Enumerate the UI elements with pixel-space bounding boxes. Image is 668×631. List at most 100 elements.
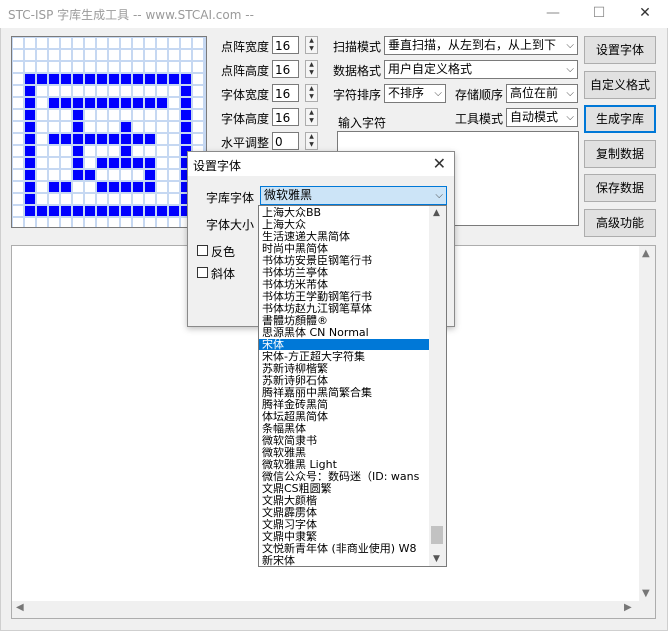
glyph-pixel[interactable] — [193, 74, 203, 84]
glyph-pixel[interactable] — [157, 206, 167, 216]
glyph-pixel[interactable] — [85, 74, 95, 84]
glyph-pixel[interactable] — [157, 158, 167, 168]
glyph-pixel[interactable] — [37, 194, 47, 204]
glyph-pixel[interactable] — [181, 38, 191, 48]
glyph-pixel[interactable] — [49, 122, 59, 132]
glyph-pixel[interactable] — [13, 110, 23, 120]
scan-mode-select[interactable]: 垂直扫描，从左到右，从上到下 ⌵ — [384, 36, 578, 55]
glyph-pixel[interactable] — [37, 182, 47, 192]
glyph-pixel[interactable] — [145, 134, 155, 144]
glyph-pixel[interactable] — [37, 170, 47, 180]
glyph-pixel[interactable] — [109, 218, 119, 227]
glyph-pixel[interactable] — [37, 122, 47, 132]
glyph-pixel[interactable] — [13, 98, 23, 108]
glyph-pixel[interactable] — [133, 170, 143, 180]
glyph-pixel[interactable] — [157, 218, 167, 227]
glyph-pixel[interactable] — [121, 122, 131, 132]
data-format-select[interactable]: 用户自定义格式 ⌵ — [384, 60, 578, 79]
glyph-pixel[interactable] — [109, 170, 119, 180]
glyph-pixel[interactable] — [73, 158, 83, 168]
glyph-pixel[interactable] — [85, 110, 95, 120]
dot-width-spinner[interactable]: ▲ ▼ — [305, 36, 318, 54]
glyph-pixel[interactable] — [13, 62, 23, 72]
glyph-pixel[interactable] — [133, 206, 143, 216]
glyph-pixel[interactable] — [121, 74, 131, 84]
char-width-spinner[interactable]: ▲ ▼ — [305, 84, 318, 102]
font-list-item[interactable]: 文鼎大颜楷 — [259, 495, 429, 506]
glyph-pixel[interactable] — [13, 74, 23, 84]
glyph-pixel[interactable] — [97, 134, 107, 144]
glyph-pixel[interactable] — [13, 122, 23, 132]
glyph-pixel[interactable] — [121, 38, 131, 48]
glyph-pixel[interactable] — [13, 194, 23, 204]
font-list-item[interactable]: 书体坊兰亭体 — [259, 267, 429, 278]
glyph-pixel[interactable] — [97, 74, 107, 84]
glyph-pixel[interactable] — [145, 74, 155, 84]
font-list-item[interactable]: 体坛超黑简体 — [259, 411, 429, 422]
glyph-pixel[interactable] — [121, 194, 131, 204]
dialog-close-button[interactable]: ✕ — [433, 154, 446, 173]
glyph-pixel[interactable] — [145, 50, 155, 60]
glyph-pixel[interactable] — [49, 86, 59, 96]
glyph-pixel[interactable] — [13, 182, 23, 192]
glyph-pixel[interactable] — [145, 86, 155, 96]
glyph-pixel[interactable] — [49, 206, 59, 216]
glyph-pixel[interactable] — [169, 194, 179, 204]
glyph-pixel[interactable] — [97, 62, 107, 72]
glyph-pixel[interactable] — [97, 218, 107, 227]
scroll-right-icon[interactable]: ▶ — [624, 602, 632, 613]
glyph-pixel[interactable] — [85, 62, 95, 72]
invert-checkbox[interactable] — [197, 245, 208, 256]
glyph-pixel[interactable] — [13, 38, 23, 48]
glyph-pixel[interactable] — [133, 38, 143, 48]
glyph-pixel[interactable] — [109, 206, 119, 216]
glyph-pixel[interactable] — [37, 110, 47, 120]
glyph-pixel[interactable] — [61, 98, 71, 108]
glyph-pixel[interactable] — [61, 206, 71, 216]
glyph-pixel[interactable] — [49, 62, 59, 72]
glyph-pixel[interactable] — [61, 38, 71, 48]
glyph-pixel[interactable] — [169, 182, 179, 192]
glyph-pixel[interactable] — [25, 218, 35, 227]
glyph-pixel[interactable] — [157, 38, 167, 48]
glyph-pixel[interactable] — [25, 182, 35, 192]
glyph-pixel[interactable] — [73, 86, 83, 96]
glyph-pixel[interactable] — [145, 146, 155, 156]
glyph-pixel[interactable] — [181, 134, 191, 144]
output-horizontal-scrollbar[interactable]: ◀ ▶ — [12, 601, 655, 618]
glyph-pixel[interactable] — [193, 110, 203, 120]
glyph-pixel[interactable] — [37, 62, 47, 72]
glyph-pixel[interactable] — [49, 194, 59, 204]
storage-order-select[interactable]: 高位在前 ⌵ — [506, 84, 578, 103]
h-adjust-input[interactable]: 0 — [272, 132, 299, 150]
glyph-pixel[interactable] — [73, 146, 83, 156]
glyph-pixel[interactable] — [73, 98, 83, 108]
glyph-pixel[interactable] — [109, 146, 119, 156]
font-list-item[interactable]: 时尚中黑简体 — [259, 243, 429, 254]
glyph-pixel[interactable] — [73, 110, 83, 120]
glyph-pixel[interactable] — [61, 134, 71, 144]
glyph-pixel[interactable] — [121, 86, 131, 96]
scroll-down-icon[interactable]: ▼ — [433, 554, 440, 564]
char-width-input[interactable]: 16 — [272, 84, 299, 102]
glyph-pixel[interactable] — [49, 98, 59, 108]
glyph-pixel[interactable] — [37, 50, 47, 60]
glyph-pixel[interactable] — [121, 206, 131, 216]
glyph-pixel[interactable] — [145, 98, 155, 108]
glyph-pixel[interactable] — [109, 134, 119, 144]
set-font-button[interactable]: 设置字体 — [584, 36, 656, 64]
spin-down-icon[interactable]: ▼ — [306, 117, 317, 125]
glyph-pixel[interactable] — [169, 134, 179, 144]
glyph-pixel[interactable] — [25, 74, 35, 84]
glyph-pixel[interactable] — [133, 62, 143, 72]
maximize-button[interactable]: ☐ — [576, 0, 622, 28]
glyph-pixel[interactable] — [73, 38, 83, 48]
glyph-pixel[interactable] — [61, 218, 71, 227]
glyph-pixel[interactable] — [13, 134, 23, 144]
glyph-pixel[interactable] — [37, 98, 47, 108]
font-list-item[interactable]: 上海大众BB — [259, 207, 429, 218]
glyph-pixel[interactable] — [25, 122, 35, 132]
glyph-pixel[interactable] — [121, 158, 131, 168]
glyph-pixel[interactable] — [109, 194, 119, 204]
glyph-pixel[interactable] — [109, 74, 119, 84]
